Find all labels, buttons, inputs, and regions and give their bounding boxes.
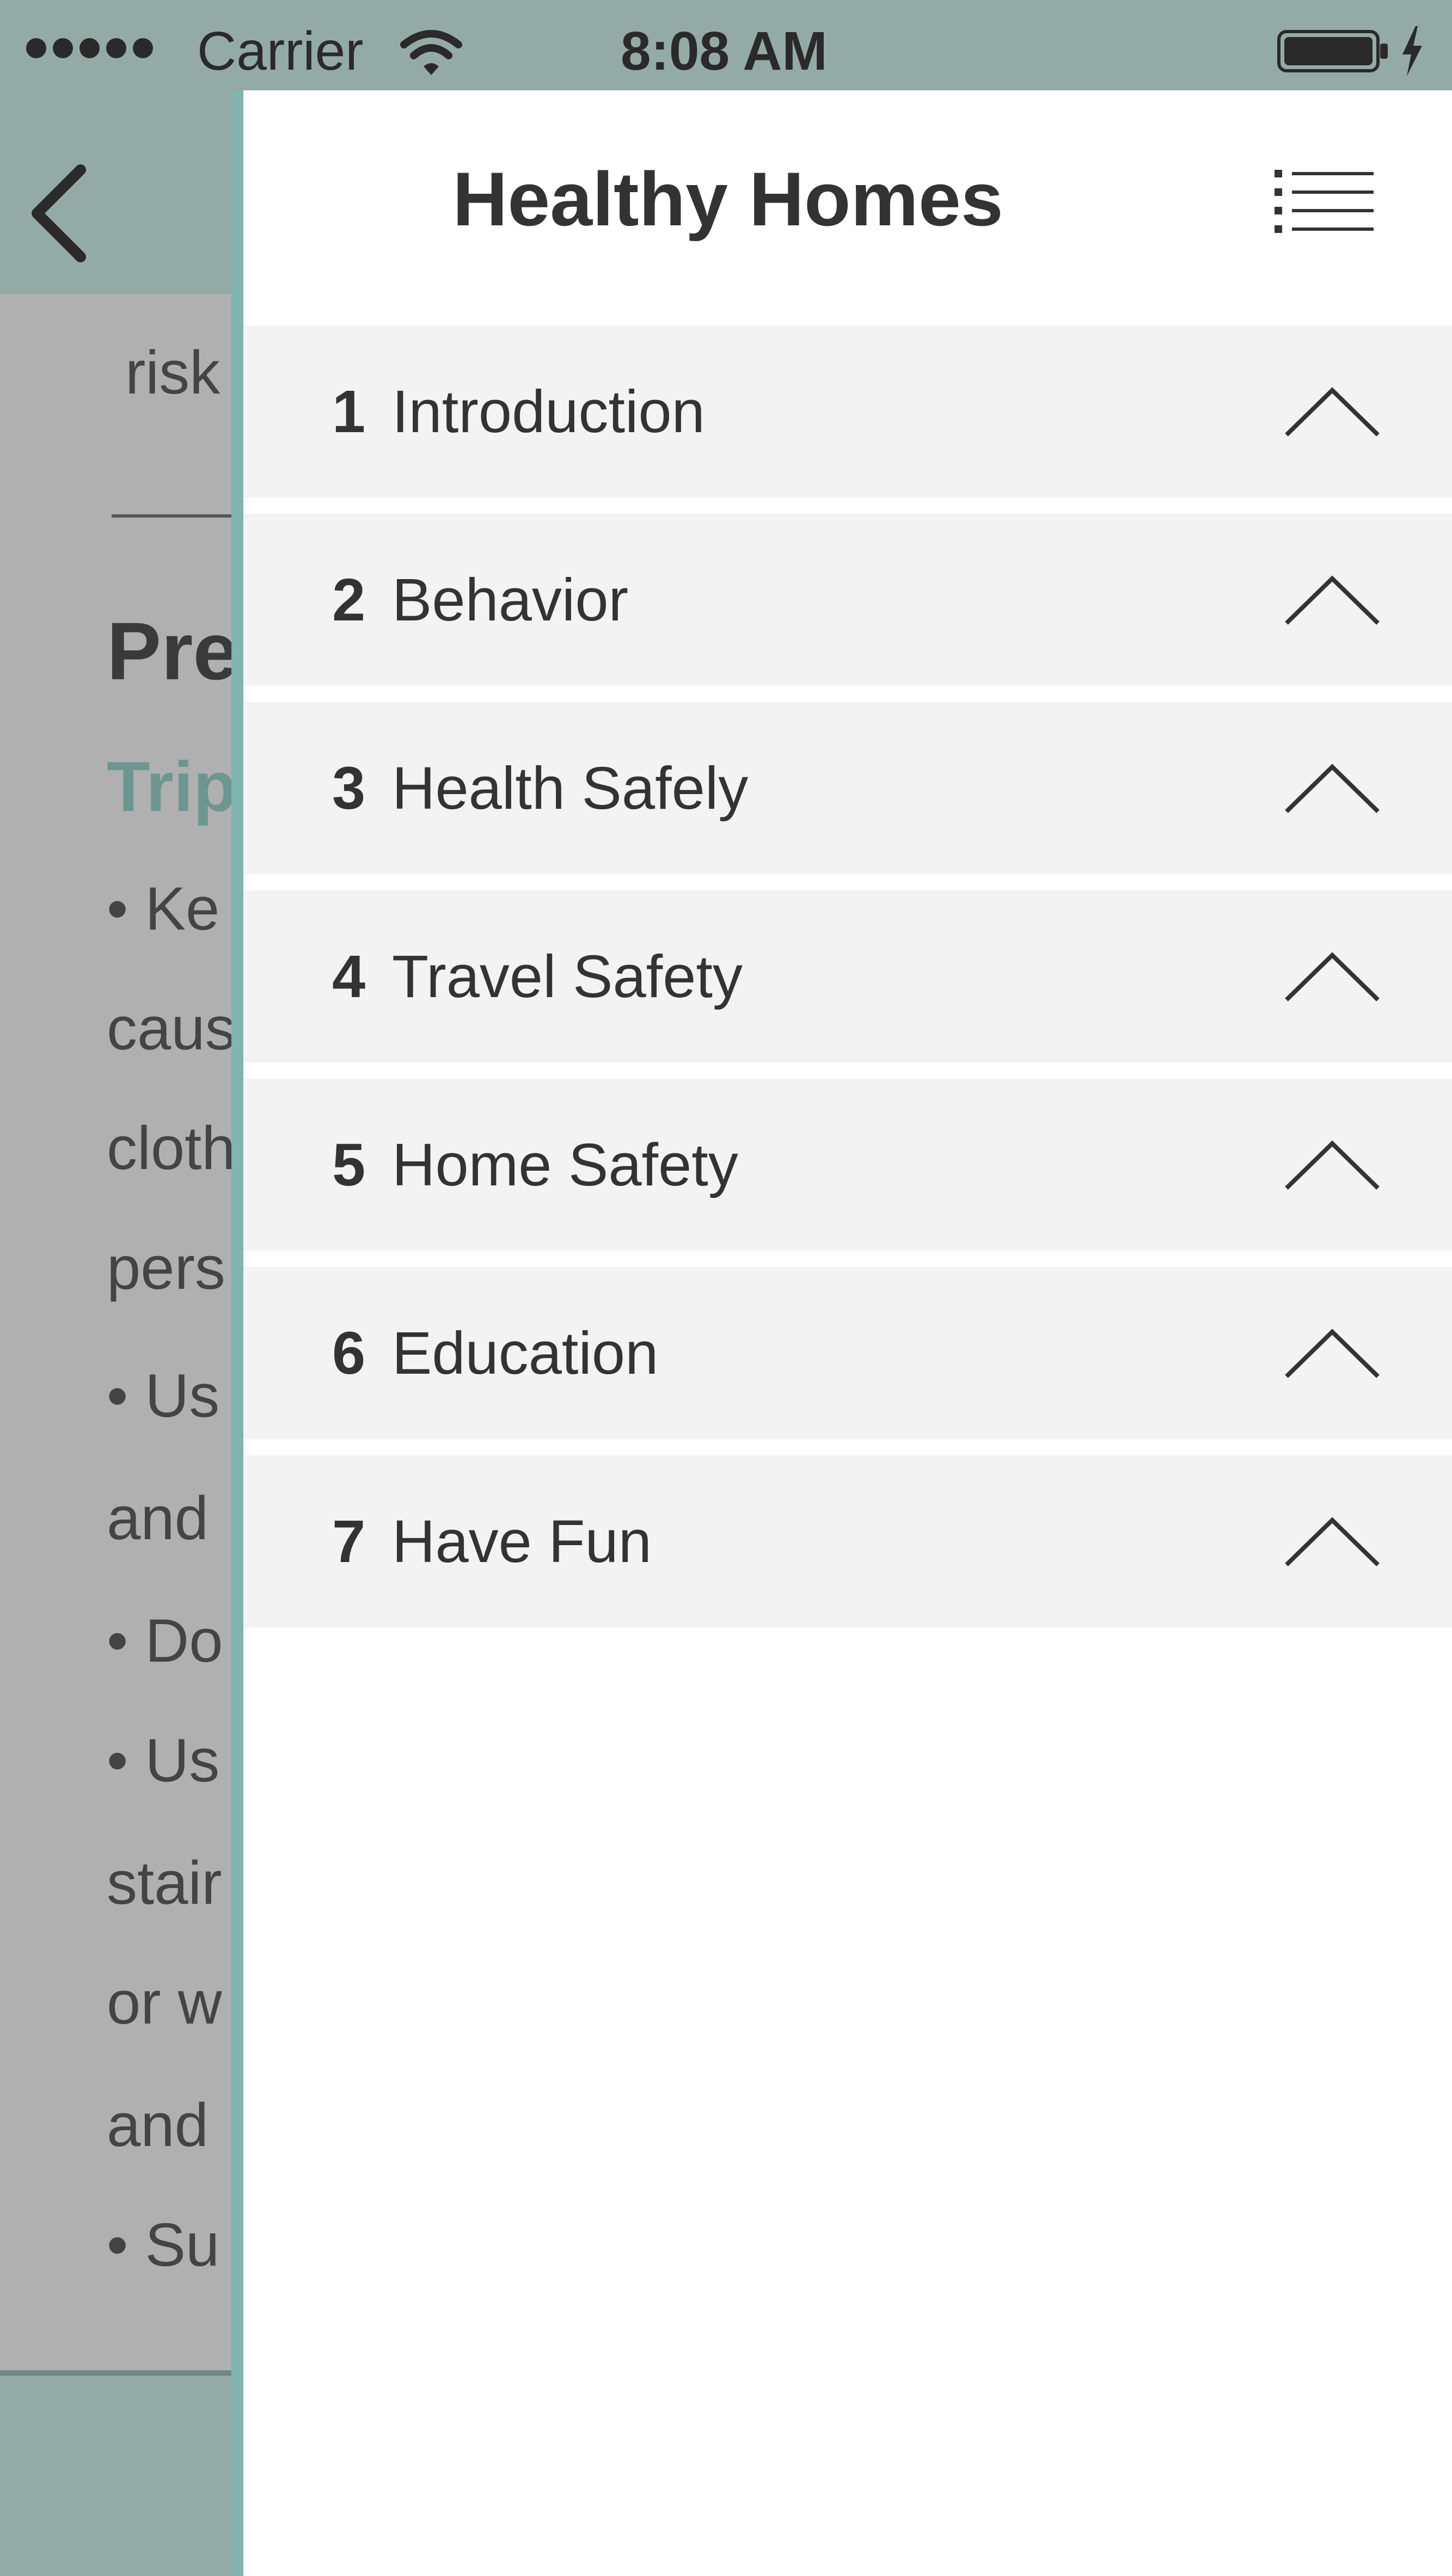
signal-strength-icon	[26, 38, 153, 58]
background-article: risk Pre Trip • Ke caus cloth pers • Us …	[0, 294, 242, 2373]
chapter-list: 1 Introduction 2 Behavior 3 Health Safel…	[243, 325, 1452, 1644]
chevron-up-icon[interactable]	[1283, 1513, 1381, 1572]
wifi-icon	[400, 30, 462, 75]
bg-heading: Pre	[107, 605, 238, 697]
chevron-up-icon[interactable]	[1283, 948, 1381, 1007]
chapter-item-have-fun[interactable]: 7 Have Fun	[243, 1455, 1452, 1627]
bg-text-line: risk	[125, 339, 220, 407]
chapter-label: Home Safety	[392, 1131, 738, 1198]
chapter-label: Introduction	[392, 378, 705, 445]
carrier-label: Carrier	[197, 21, 364, 82]
chapter-label: Travel Safety	[392, 943, 743, 1010]
bg-text-line: • Us	[107, 1726, 220, 1794]
charging-icon	[1402, 26, 1422, 76]
chevron-up-icon[interactable]	[1283, 1136, 1381, 1196]
chapter-number: 5	[332, 1131, 366, 1198]
bg-text-line: and	[107, 1484, 209, 1552]
chapter-number: 6	[332, 1319, 366, 1387]
bg-text-line: and	[107, 2091, 209, 2159]
chapter-label: Education	[392, 1319, 659, 1387]
chapter-number: 4	[332, 943, 366, 1010]
chapter-item-travel-safety[interactable]: 4 Travel Safety	[243, 890, 1452, 1062]
chapter-number: 3	[332, 754, 366, 822]
clock: 8:08 AM	[621, 21, 828, 82]
chapter-label: Behavior	[392, 566, 629, 634]
bg-divider	[112, 514, 231, 518]
drawer-edge	[231, 90, 243, 2576]
chapter-item-health-safely[interactable]: 3 Health Safely	[243, 702, 1452, 874]
chevron-up-icon[interactable]	[1283, 383, 1381, 442]
chapter-number: 1	[332, 378, 366, 445]
bg-text-line: caus	[107, 994, 236, 1062]
drawer-title: Healthy Homes	[452, 156, 1003, 242]
chapter-number: 7	[332, 1508, 366, 1575]
chapter-label: Have Fun	[392, 1508, 652, 1575]
chapter-label: Health Safely	[392, 754, 749, 822]
chapter-item-behavior[interactable]: 2 Behavior	[243, 514, 1452, 686]
chevron-up-icon[interactable]	[1283, 571, 1381, 631]
bg-text-line: or w	[107, 1969, 222, 2037]
bg-text-line: • Ke	[107, 875, 220, 943]
bg-text-line: pers	[107, 1234, 225, 1302]
navigation-drawer: Healthy Homes 1 Introduction 2 Behavior …	[243, 90, 1452, 2576]
bg-text-line: cloth	[107, 1114, 236, 1182]
chevron-up-icon[interactable]	[1283, 759, 1381, 819]
bg-text-line: • Su	[107, 2211, 220, 2279]
back-chevron-icon[interactable]	[26, 159, 91, 268]
bg-subheading: Trip	[107, 747, 237, 826]
background-header	[0, 90, 242, 294]
bg-text-line: • Us	[107, 1362, 220, 1430]
battery-icon	[1277, 30, 1388, 72]
chapter-item-home-safety[interactable]: 5 Home Safety	[243, 1079, 1452, 1251]
chapter-item-introduction[interactable]: 1 Introduction	[243, 325, 1452, 497]
bg-footer-divider	[0, 2370, 242, 2376]
chapter-number: 2	[332, 566, 366, 634]
list-menu-icon[interactable]	[1272, 167, 1376, 237]
bg-text-line: stair	[107, 1849, 222, 1917]
background-footer	[0, 2376, 242, 2576]
bg-text-line: • Do	[107, 1607, 223, 1675]
chevron-up-icon[interactable]	[1283, 1324, 1381, 1384]
chapter-item-education[interactable]: 6 Education	[243, 1267, 1452, 1439]
status-bar: Carrier 8:08 AM	[0, 0, 1452, 90]
